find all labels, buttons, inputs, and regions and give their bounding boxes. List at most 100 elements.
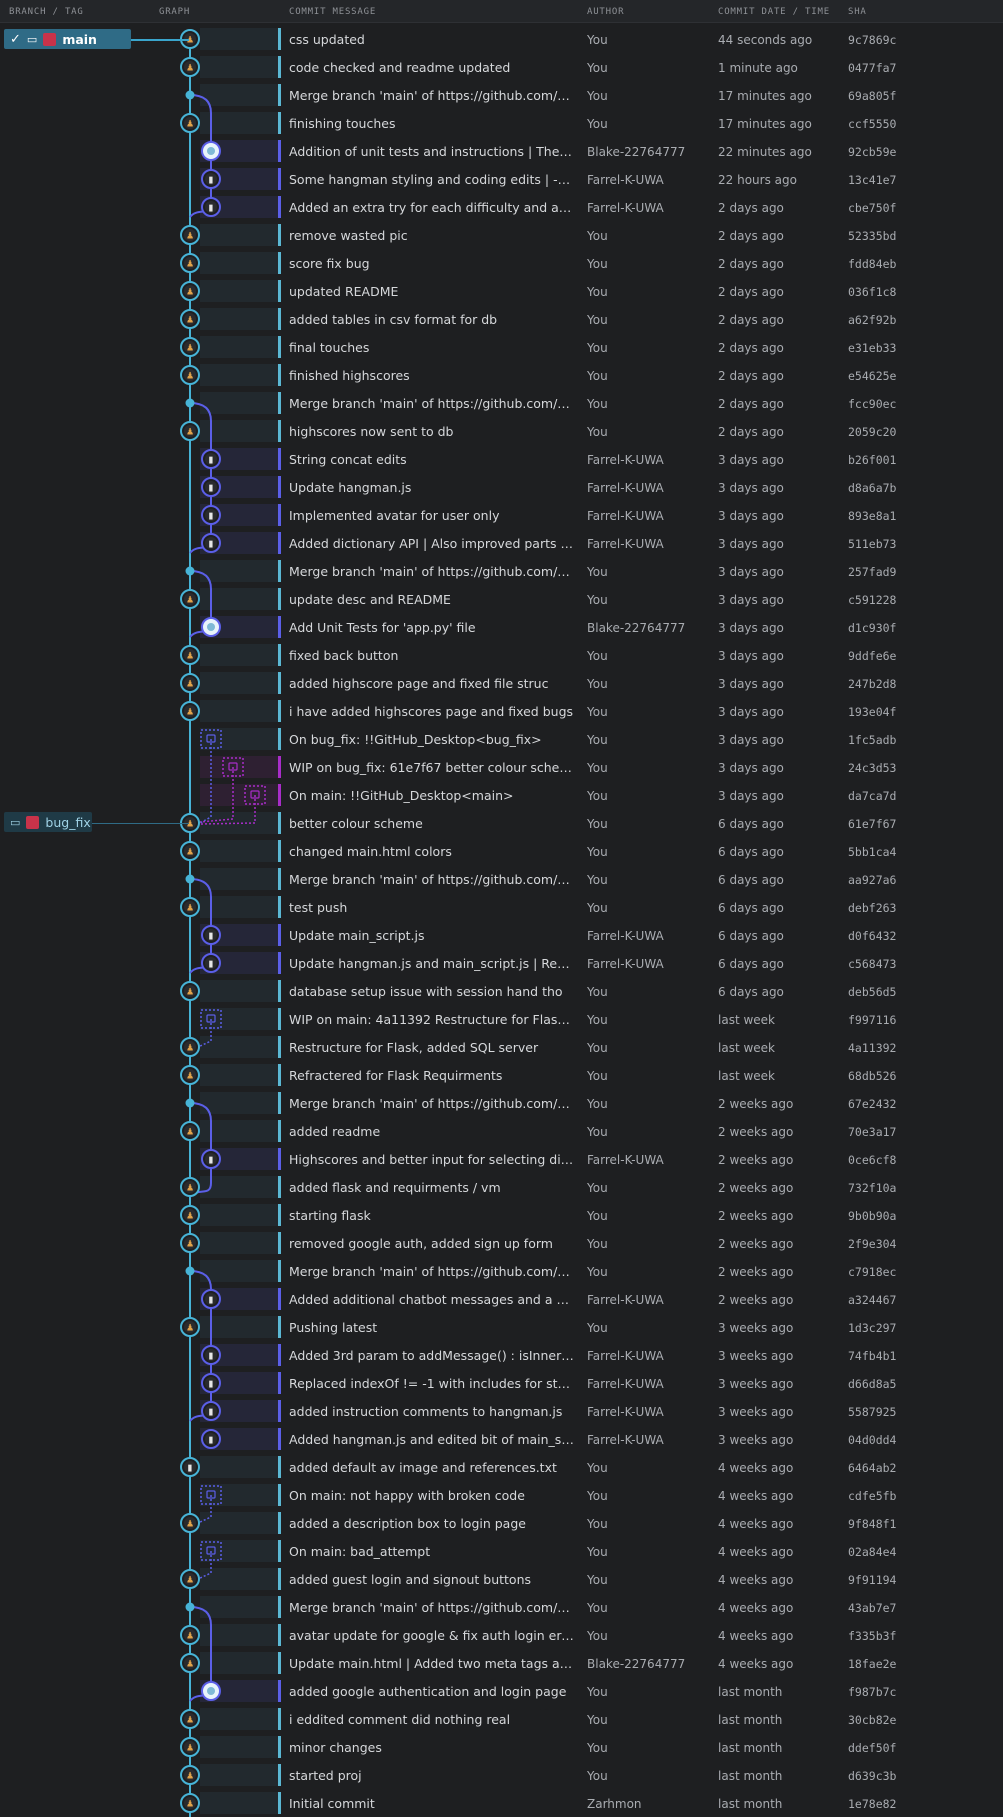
commit-sha[interactable]: c7918ec [848,1265,896,1279]
commit-author: You [587,1209,608,1223]
commit-sha[interactable]: 02a84e4 [848,1545,896,1559]
commit-sha[interactable]: 1e78e82 [848,1797,896,1811]
commit-sha[interactable]: fcc90ec [848,397,896,411]
commit-sha[interactable]: 9c7869c [848,33,896,47]
avatar-icon: ♟ [186,1184,194,1194]
commit-sha[interactable]: a62f92b [848,313,896,327]
commit-sha[interactable]: d0f6432 [848,929,896,943]
commit-sha[interactable]: 43ab7e7 [848,1601,896,1615]
header-sha[interactable]: SHA [848,7,867,17]
commit-date: last week [718,1069,775,1083]
commit-sha[interactable]: e31eb33 [848,341,896,355]
commit-sha[interactable]: fdd84eb [848,257,896,271]
commit-sha[interactable]: 04d0dd4 [848,1433,896,1447]
commit-sha[interactable]: debf263 [848,901,896,915]
commit-message: String concat edits [289,452,407,467]
avatar-icon: ♟ [186,1128,194,1138]
commit-message: Update main_script.js [289,928,425,943]
branch-tag-main[interactable]: ✓ ▭ main [4,29,131,49]
commit-sha[interactable]: 4a11392 [848,1041,896,1055]
commit-date: 4 weeks ago [718,1461,794,1475]
commit-sha[interactable]: ccf5550 [848,117,896,131]
commit-sha[interactable]: f987b7c [848,1685,896,1699]
commit-sha[interactable]: d639c3b [848,1769,896,1783]
commit-sha[interactable]: f997116 [848,1013,896,1027]
commit-author: You [587,1265,608,1279]
commit-sha[interactable]: b26f001 [848,453,896,467]
commit-sha[interactable]: 18fae2e [848,1657,896,1671]
commit-sha[interactable]: f335b3f [848,1629,896,1643]
commit-sha[interactable]: 257fad9 [848,565,896,579]
commit-sha[interactable]: 9f848f1 [848,1517,896,1531]
commit-message: added readme [289,1124,381,1139]
commit-sha[interactable]: 61e7f67 [848,817,896,831]
commit-sha[interactable]: 74fb4b1 [848,1349,896,1363]
commit-author: Farrel-K-UWA [587,1153,664,1167]
commit-sha[interactable]: 0ce6cf8 [848,1153,896,1167]
commit-message: highscores now sent to db [289,424,454,439]
commit-sha[interactable]: c591228 [848,593,896,607]
commit-author: You [587,397,608,411]
commit-date: last month [718,1713,783,1727]
commit-sha[interactable]: c568473 [848,957,896,971]
commit-sha[interactable]: cbe750f [848,201,896,215]
commit-sha[interactable]: 893e8a1 [848,509,896,523]
header-commit-message[interactable]: COMMIT MESSAGE [289,7,376,17]
commit-sha[interactable]: aa927a6 [848,873,896,887]
commit-sha[interactable]: da7ca7d [848,789,896,803]
commit-sha[interactable]: 193e04f [848,705,896,719]
commit-sha[interactable]: 1fc5adb [848,733,896,747]
commit-sha[interactable]: 732f10a [848,1181,896,1195]
commit-sha[interactable]: 24c3d53 [848,761,896,775]
commit-sha[interactable]: 511eb73 [848,537,896,551]
commit-sha[interactable]: 70e3a17 [848,1125,896,1139]
commit-message: test push [289,900,348,915]
commit-graph: ♟ ♟ ♟ ▮ ▮ ♟ ♟ ♟ ♟ ♟ ♟ ♟ ▮ ▮ ▮ ▮ ♟ ♟ ♟ ♟ ♟ ♟ ♟ ▮ ▮ ♟ ♟ ♟ ♟ ▮ ♟ ♟ ♟ ▮ ♟ ▮ ▮ ▮ ▮ ▮… [180,29,266,1817]
branch-tag-bug-fix[interactable]: ▭ bug_fix [4,812,92,832]
commit-author: You [587,1321,608,1335]
commit-sha[interactable]: 69a805f [848,89,896,103]
commit-sha[interactable]: 68db526 [848,1069,896,1083]
commit-sha[interactable]: d1c930f [848,621,896,635]
commit-message: Merge branch 'main' of https://github.co… [289,1264,574,1279]
commit-sha[interactable]: 9b0b90a [848,1209,896,1223]
commit-sha[interactable]: 0477fa7 [848,61,896,75]
commit-sha[interactable]: ddef50f [848,1741,896,1755]
commit-sha[interactable]: 2f9e304 [848,1237,896,1251]
commit-sha[interactable]: 036f1c8 [848,285,896,299]
commit-sha[interactable]: 247b2d8 [848,677,896,691]
header-branch-tag[interactable]: BRANCH / TAG [9,7,84,17]
commit-author: You [587,257,608,271]
commit-date: 2 days ago [718,201,784,215]
header-graph[interactable]: GRAPH [159,7,190,17]
commit-sha[interactable]: 13c41e7 [848,173,896,187]
commit-sha[interactable]: d8a6a7b [848,481,896,495]
commit-date: 3 weeks ago [718,1377,794,1391]
commit-sha[interactable]: 1d3c297 [848,1321,896,1335]
commit-sha[interactable]: e54625e [848,369,896,383]
repo-avatar-icon [26,815,40,829]
avatar-icon: ▮ [209,456,214,466]
commit-sha[interactable]: 5587925 [848,1405,896,1419]
commit-sha[interactable]: 92cb59e [848,145,896,159]
branch-tag-main-connector [131,39,189,41]
commit-date: 3 days ago [718,677,784,691]
commit-sha[interactable]: d66d8a5 [848,1377,896,1391]
commit-message: added google authentication and login pa… [289,1684,567,1699]
header-date[interactable]: COMMIT DATE / TIME [718,7,830,17]
commit-sha[interactable]: 67e2432 [848,1097,896,1111]
commit-sha[interactable]: 9f91194 [848,1573,896,1587]
commit-sha[interactable]: 52335bd [848,229,896,243]
commit-sha[interactable]: cdfe5fb [848,1489,896,1503]
commit-sha[interactable]: 9ddfe6e [848,649,896,663]
header-author[interactable]: AUTHOR [587,7,624,17]
commit-sha[interactable]: 2059c20 [848,425,896,439]
commit-sha[interactable]: 5bb1ca4 [848,845,896,859]
avatar-icon: ♟ [186,64,194,74]
commit-sha[interactable]: 6464ab2 [848,1461,896,1475]
avatar-icon [207,623,215,631]
commit-sha[interactable]: deb56d5 [848,985,896,999]
commit-sha[interactable]: 30cb82e [848,1713,896,1727]
commit-message: Added dictionary API | Also improved par… [289,536,574,551]
commit-sha[interactable]: a324467 [848,1293,896,1307]
